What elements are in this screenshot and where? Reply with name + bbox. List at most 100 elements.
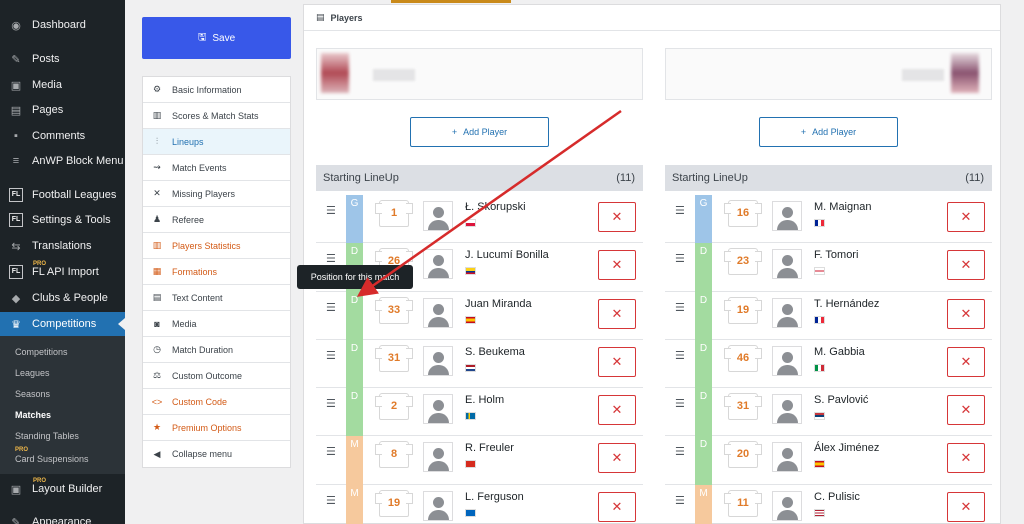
- player-avatar: [423, 249, 453, 280]
- remove-player-button[interactable]: ✕: [598, 346, 636, 377]
- wp-submenu-card-suspensions[interactable]: Card Suspensions: [15, 454, 89, 464]
- drag-handle-icon[interactable]: ☰: [326, 397, 336, 410]
- menu-formations[interactable]: ▦ Formations: [143, 259, 290, 285]
- player-row: ☰ D 23 F. Tomori ✕: [665, 243, 992, 292]
- wp-menu-pages[interactable]: ▤ Pages: [0, 98, 125, 122]
- remove-player-button[interactable]: ✕: [947, 346, 985, 377]
- close-icon: ✕: [960, 450, 972, 466]
- close-icon: ✕: [611, 305, 623, 321]
- menu-collapse[interactable]: ◀ Collapse menu: [143, 441, 290, 467]
- wp-menu-anwp-block-menu[interactable]: ≡ AnWP Block Menu: [0, 149, 125, 173]
- remove-player-button[interactable]: ✕: [947, 250, 985, 281]
- wp-menu-comments[interactable]: ▪ Comments: [0, 124, 125, 148]
- menu-players-statistics[interactable]: ▥ Players Statistics: [143, 233, 290, 259]
- position-badge[interactable]: D: [695, 436, 712, 485]
- drag-handle-icon[interactable]: ☰: [326, 349, 336, 362]
- menu-custom-code[interactable]: <> Custom Code: [143, 389, 290, 415]
- position-badge[interactable]: G: [695, 195, 712, 244]
- menu-match-duration[interactable]: ◷ Match Duration: [143, 337, 290, 363]
- position-badge[interactable]: M: [346, 436, 363, 485]
- trophy-icon: ♛: [11, 318, 21, 331]
- menu-lineups[interactable]: ⫶ Lineups: [143, 129, 290, 155]
- wp-submenu-standing-tables[interactable]: Standing Tables: [15, 431, 79, 441]
- wp-submenu-leagues[interactable]: Leagues: [15, 368, 50, 378]
- position-badge[interactable]: D: [695, 291, 712, 340]
- position-badge[interactable]: M: [695, 484, 712, 524]
- drag-handle-icon[interactable]: ☰: [675, 301, 685, 314]
- save-button[interactable]: 🖫 Save: [142, 17, 291, 59]
- position-badge[interactable]: D: [695, 243, 712, 292]
- position-badge[interactable]: D: [346, 388, 363, 437]
- wp-menu-translations[interactable]: ⇆ Translations: [0, 234, 125, 258]
- france-flag-icon: [814, 219, 825, 227]
- remove-player-button[interactable]: ✕: [598, 491, 636, 522]
- jersey-number: 23: [724, 248, 762, 276]
- wp-submenu-matches[interactable]: Matches: [15, 410, 51, 420]
- menu-label: Custom Code: [172, 396, 228, 407]
- wp-menu-dashboard[interactable]: ◉ Dashboard: [0, 13, 125, 37]
- player-name: Ł. Skorupski: [465, 201, 526, 213]
- remove-player-button[interactable]: ✕: [947, 491, 985, 522]
- remove-player-button[interactable]: ✕: [947, 443, 985, 474]
- player-name: M. Gabbia: [814, 345, 865, 358]
- lineups-icon: ⫶: [155, 136, 159, 146]
- position-badge[interactable]: D: [695, 388, 712, 437]
- wp-menu-appearance[interactable]: ✎ Appearance: [0, 510, 125, 524]
- stopwatch-icon: ◷: [153, 344, 161, 354]
- wp-menu-posts[interactable]: ✎ Posts: [0, 47, 125, 71]
- menu-scores-match-stats[interactable]: ▥ Scores & Match Stats: [143, 103, 290, 129]
- drag-handle-icon[interactable]: ☰: [675, 445, 685, 458]
- drag-handle-icon[interactable]: ☰: [675, 494, 685, 507]
- wp-menu-clubs-people[interactable]: ◆ Clubs & People: [0, 286, 125, 310]
- drag-handle-icon[interactable]: ☰: [675, 204, 685, 217]
- position-badge[interactable]: M: [346, 484, 363, 524]
- drag-handle-icon[interactable]: ☰: [675, 349, 685, 362]
- wp-menu-settings-tools[interactable]: FL Settings & Tools: [0, 208, 125, 232]
- wp-submenu-seasons[interactable]: Seasons: [15, 389, 50, 399]
- wp-menu-layout-builder[interactable]: PRO ▣ Layout Builder: [0, 477, 125, 501]
- wp-menu-label: Pages: [32, 104, 64, 116]
- remove-player-button[interactable]: ✕: [598, 202, 636, 232]
- remove-player-button[interactable]: ✕: [947, 298, 985, 329]
- player-avatar: [772, 490, 802, 521]
- menu-basic-information[interactable]: ⚙ Basic Information: [143, 77, 290, 103]
- remove-player-button[interactable]: ✕: [598, 443, 636, 474]
- menu-referee[interactable]: ♟ Referee: [143, 207, 290, 233]
- menu-missing-players[interactable]: ✕ Missing Players: [143, 181, 290, 207]
- position-badge[interactable]: G: [346, 195, 363, 244]
- drag-handle-icon[interactable]: ☰: [326, 494, 336, 507]
- drag-handle-icon[interactable]: ☰: [326, 301, 336, 314]
- player-name: S. Beukema: [465, 345, 525, 358]
- position-badge[interactable]: D: [346, 339, 363, 389]
- drag-handle-icon[interactable]: ☰: [675, 397, 685, 410]
- menu-media[interactable]: ◙ Media: [143, 311, 290, 337]
- remove-player-button[interactable]: ✕: [598, 298, 636, 329]
- wp-menu-fl-api-import[interactable]: PRO FL FL API Import: [0, 260, 125, 284]
- wp-menu-football-leagues[interactable]: FL Football Leagues: [0, 183, 125, 207]
- drag-handle-icon[interactable]: ☰: [675, 252, 685, 265]
- gear-icon: ⚙: [152, 84, 162, 94]
- menu-match-events[interactable]: ⇝ Match Events: [143, 155, 290, 181]
- position-badge[interactable]: D: [346, 291, 363, 340]
- serbia-flag-icon: [814, 412, 825, 421]
- jersey-number: 16: [724, 200, 762, 227]
- remove-player-button[interactable]: ✕: [947, 395, 985, 426]
- position-badge[interactable]: D: [695, 339, 712, 389]
- drag-handle-icon[interactable]: ☰: [326, 445, 336, 458]
- menu-premium-options[interactable]: ★ Premium Options: [143, 415, 290, 441]
- wp-menu-media[interactable]: ▣ Media: [0, 73, 125, 97]
- remove-player-button[interactable]: ✕: [598, 250, 636, 281]
- wp-menu-competitions[interactable]: ♛ Competitions: [0, 312, 125, 336]
- add-player-button[interactable]: + Add Player: [410, 117, 549, 147]
- remove-player-button[interactable]: ✕: [947, 202, 985, 232]
- add-player-button[interactable]: + Add Player: [759, 117, 898, 147]
- menu-custom-outcome[interactable]: ⚖ Custom Outcome: [143, 363, 290, 389]
- player-row: ☰ D 19 T. Hernández ✕: [665, 291, 992, 340]
- drag-handle-icon[interactable]: ☰: [326, 252, 336, 265]
- menu-text-content[interactable]: ▤ Text Content: [143, 285, 290, 311]
- remove-player-button[interactable]: ✕: [598, 395, 636, 426]
- drag-handle-icon[interactable]: ☰: [326, 204, 336, 217]
- player-row: ☰ D 33 Juan Miranda ✕: [316, 291, 643, 340]
- jersey-number: 20: [724, 441, 762, 469]
- wp-submenu-competitions[interactable]: Competitions: [15, 347, 68, 357]
